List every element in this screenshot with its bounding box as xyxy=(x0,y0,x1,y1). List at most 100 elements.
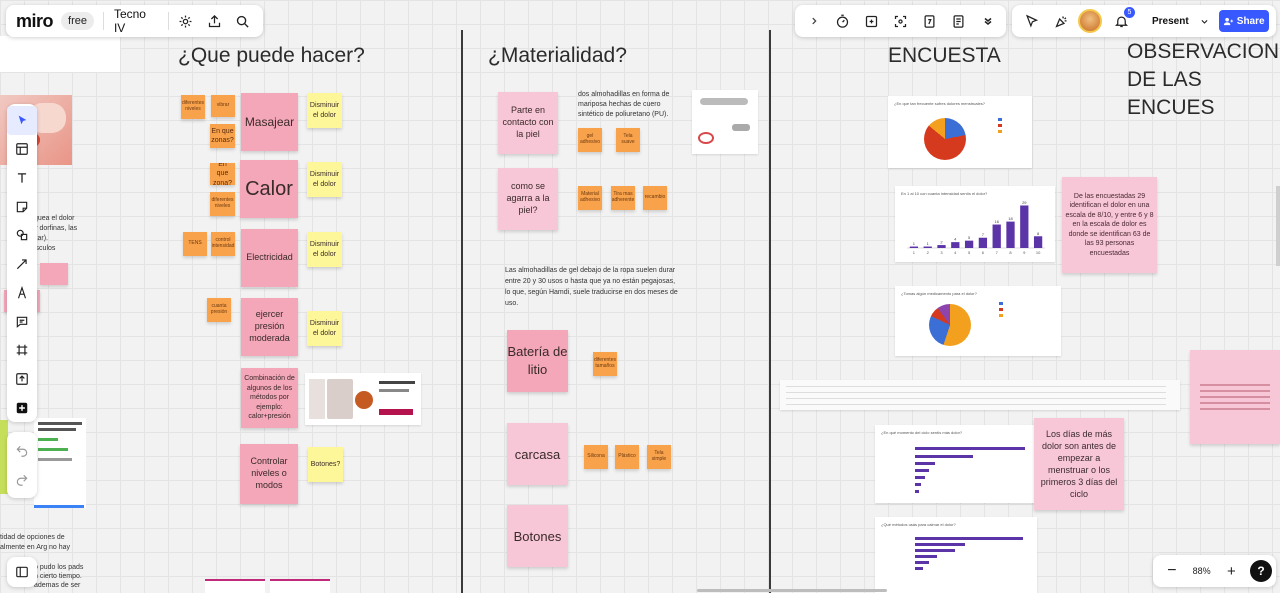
sticky-option[interactable]: vibrar xyxy=(211,95,235,117)
cursor-flag-icon[interactable] xyxy=(1016,6,1046,36)
frame-icon[interactable] xyxy=(7,336,37,365)
image-product-collage[interactable] xyxy=(305,373,421,425)
sticky-en-que-zonas[interactable]: En que zonas? xyxy=(210,124,235,148)
sticky-dias-note[interactable]: Los días de más dolor son antes de empez… xyxy=(1034,418,1124,510)
image-device-diagram[interactable] xyxy=(692,90,758,154)
sticky-observacion-partial[interactable] xyxy=(1190,350,1280,444)
sticky-masajear[interactable]: Masajear xyxy=(241,93,298,151)
text-tool-icon[interactable] xyxy=(7,163,37,192)
sticky-option[interactable]: recambio xyxy=(643,186,667,210)
connection-line-icon[interactable] xyxy=(7,250,37,279)
search-icon[interactable] xyxy=(228,6,257,36)
sticky-option[interactable]: Silicona xyxy=(584,445,608,469)
share-button[interactable]: Share xyxy=(1218,10,1269,32)
share-toolbar: 5 Present Share xyxy=(1012,5,1276,37)
redo-icon[interactable] xyxy=(7,465,37,494)
bar-4 xyxy=(951,242,960,248)
partial-frame-bottom[interactable] xyxy=(205,579,265,593)
pen-icon[interactable] xyxy=(7,278,37,307)
sticky-option[interactable]: Tela suave xyxy=(616,128,640,152)
partial-sticky[interactable] xyxy=(40,263,68,285)
sticky-encuestadas-note[interactable]: De las encuestadas 29 identifican el dol… xyxy=(1062,177,1157,273)
sticky-option[interactable]: Tira mas adherente xyxy=(611,186,635,210)
reactions-icon[interactable] xyxy=(1046,6,1076,36)
survey-hbar-chart-cycle[interactable]: ¿En qué momento del ciclo sentís más dol… xyxy=(875,425,1035,503)
survey-pie-chart-frequency[interactable]: ¿En que tan frecuente sufres dolores men… xyxy=(888,96,1032,168)
board-sidebar-toggle[interactable] xyxy=(7,557,37,587)
sticky-option[interactable]: diferentes niveles xyxy=(181,95,205,119)
timer-icon[interactable] xyxy=(828,6,857,36)
board-name[interactable]: Tecno IV xyxy=(114,7,158,35)
sticky-disminuir-dolor[interactable]: Disminuir el dolor xyxy=(307,232,342,267)
heading-que-puede: ¿Que puede hacer? xyxy=(178,44,365,67)
survey-pie-chart-medication[interactable]: ¿Tomas algún medicamento para el dolor? xyxy=(895,286,1061,356)
sticky-bateria[interactable]: Batería de litio xyxy=(507,330,568,392)
survey-hbar-chart-methods[interactable]: ¿Qué métodos usás para calmar el dolor? xyxy=(875,517,1037,593)
count-icon[interactable] xyxy=(915,6,944,36)
sticky-disminuir-dolor[interactable]: Disminuir el dolor xyxy=(307,162,342,197)
focus-icon[interactable] xyxy=(886,6,915,36)
notes-icon[interactable] xyxy=(944,6,973,36)
select-cursor-icon[interactable] xyxy=(7,106,37,135)
more-apps-plus-icon[interactable] xyxy=(7,393,37,422)
chevron-right-icon[interactable] xyxy=(799,6,828,36)
sticky-parte-contacto[interactable]: Parte en contacto con la piel xyxy=(498,92,558,154)
survey-bar-chart-intensity[interactable]: En 1 al 10 con cuanta intensidad sentís … xyxy=(895,186,1055,262)
bar-6 xyxy=(978,237,988,248)
plan-badge[interactable]: free xyxy=(61,12,94,30)
sticky-option[interactable]: TENS xyxy=(183,232,207,256)
image-spreadsheet-strip[interactable] xyxy=(780,380,1180,410)
chart-title: ¿En qué momento del ciclo sentís más dol… xyxy=(881,430,963,435)
partial-text-line: queа el dolor xyxy=(34,215,75,222)
sticky-option[interactable]: control intensidad xyxy=(211,232,235,256)
sticky-option[interactable]: diferentes niveles xyxy=(210,192,235,216)
present-button[interactable]: Present xyxy=(1146,16,1195,27)
sticky-calor[interactable]: Calor xyxy=(240,160,298,218)
undo-icon[interactable] xyxy=(7,436,37,465)
sticky-botones-question[interactable]: Botones? xyxy=(308,447,343,482)
partial-tweet-card[interactable] xyxy=(34,418,86,508)
sticky-option[interactable]: Plástico xyxy=(615,445,639,469)
templates-icon[interactable] xyxy=(7,135,37,164)
sticky-option[interactable]: gel adhesivo xyxy=(578,128,602,152)
horizontal-scrollbar[interactable] xyxy=(697,589,887,592)
sticky-option[interactable]: Material adhesivo xyxy=(578,186,602,210)
sticky-disminuir-dolor[interactable]: Disminuir el dolor xyxy=(307,93,342,128)
miro-logo[interactable]: miro xyxy=(16,11,54,32)
sticky-controlar-niveles[interactable]: Controlar niveles o modos xyxy=(240,444,298,504)
comment-frame-icon[interactable] xyxy=(857,6,886,36)
left-toolbar xyxy=(7,104,37,422)
zoom-in-button[interactable]: + xyxy=(1216,556,1246,586)
sticky-option[interactable]: cuanta presión xyxy=(207,298,231,322)
sticky-ejercer-presion[interactable]: ejercer presión moderada xyxy=(241,298,298,356)
sticky-combinacion[interactable]: Combinación de algunos de los métodos po… xyxy=(241,368,298,428)
user-avatar[interactable] xyxy=(1078,9,1102,33)
sticky-en-que-zona[interactable]: En que zona? xyxy=(210,163,235,185)
bar-2 xyxy=(923,246,932,248)
sticky-como-agarra[interactable]: como se agarra a la piel? xyxy=(498,168,558,230)
bar-value-label: 2 xyxy=(940,240,943,245)
help-button[interactable]: ? xyxy=(1250,560,1272,582)
sticky-botones[interactable]: Botones xyxy=(507,505,568,567)
present-dropdown-chevron-icon[interactable] xyxy=(1195,6,1215,36)
vertical-scrollbar[interactable] xyxy=(1276,186,1280,266)
bell-icon[interactable]: 5 xyxy=(1106,6,1136,36)
more-icon[interactable] xyxy=(973,6,1002,36)
sticky-option[interactable]: Tela simple xyxy=(647,445,671,469)
export-upload-icon[interactable] xyxy=(200,6,229,36)
sticky-disminuir-dolor[interactable]: Disminuir el dolor xyxy=(307,311,342,346)
sticky-option[interactable]: diferentes tamaños xyxy=(593,352,617,376)
zoom-out-button[interactable]: − xyxy=(1157,556,1187,586)
sticky-note-icon[interactable] xyxy=(7,192,37,221)
upload-icon[interactable] xyxy=(7,365,37,394)
shapes-icon[interactable] xyxy=(7,221,37,250)
settings-gear-icon[interactable] xyxy=(171,6,200,36)
sticky-electricidad[interactable]: Electricidad xyxy=(241,229,298,287)
sticky-carcasa[interactable]: carcasa xyxy=(507,423,568,485)
partial-frame-top[interactable] xyxy=(0,36,120,72)
zoom-level[interactable]: 88% xyxy=(1187,566,1217,576)
bar-value-label: 4 xyxy=(954,237,957,242)
diagram-device-part xyxy=(732,124,750,131)
partial-frame-bottom[interactable] xyxy=(270,579,330,593)
comment-icon[interactable] xyxy=(7,307,37,336)
